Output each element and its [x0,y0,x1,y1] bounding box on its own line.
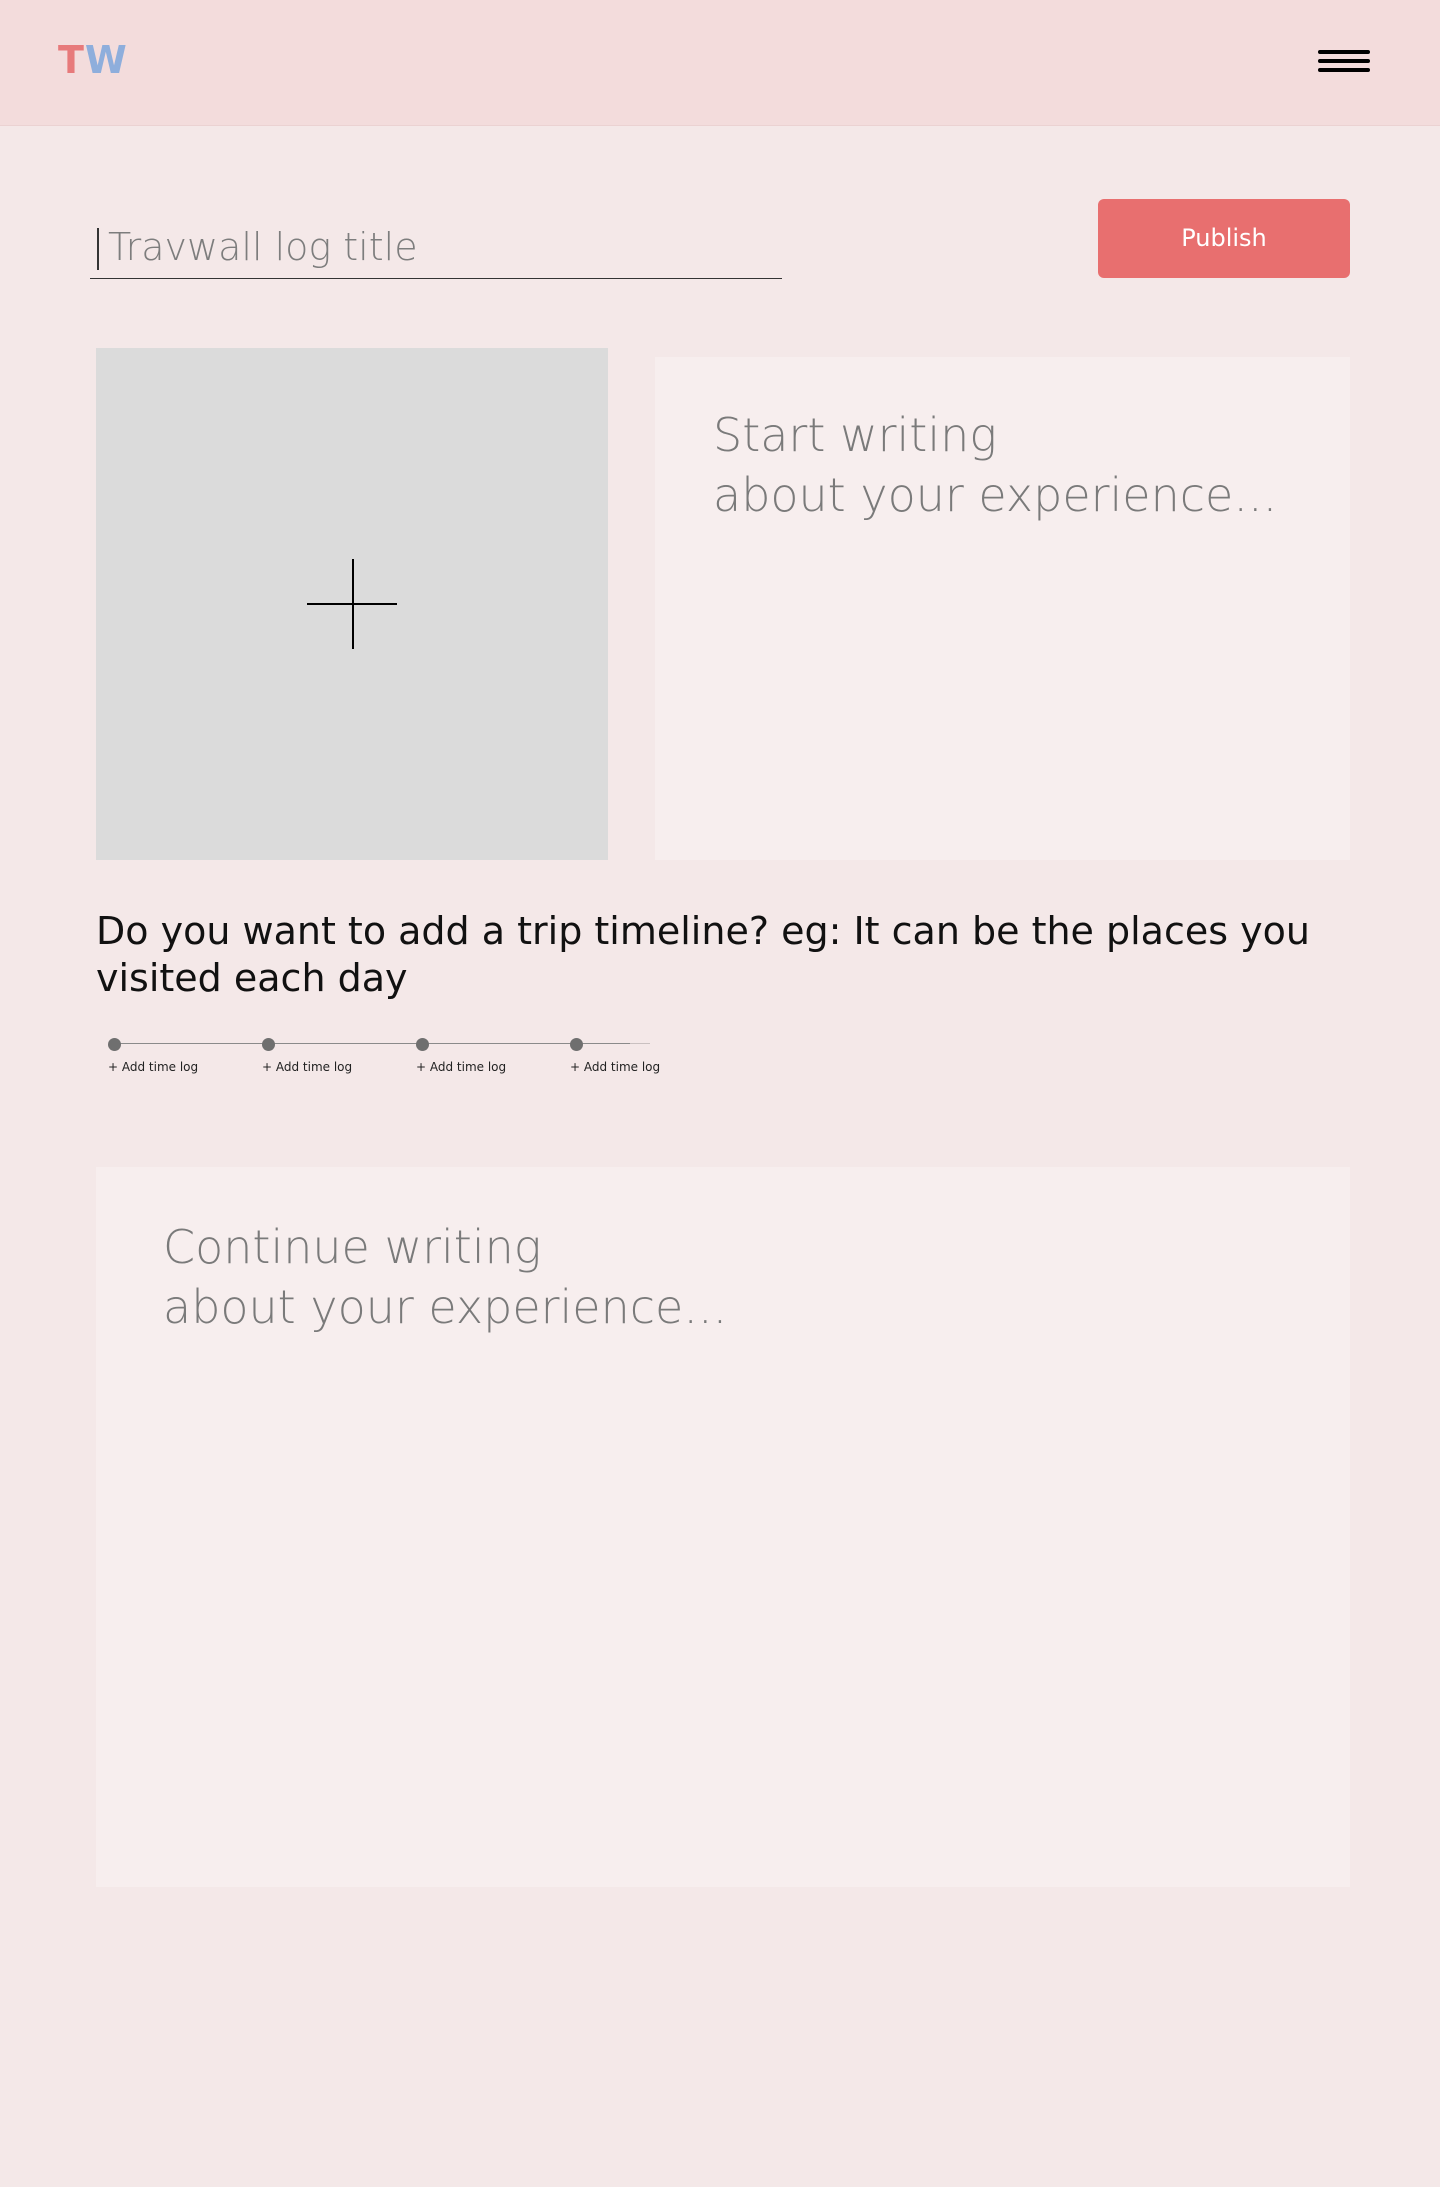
log-title-input[interactable] [90,218,782,276]
timeline-dot [262,1038,275,1051]
menu-bar [1318,68,1370,72]
trip-timeline: + Add time log + Add time log + Add time… [100,1036,660,1076]
add-time-log-link[interactable]: + Add time log [108,1060,198,1074]
logo-letter-t: T [58,38,85,82]
image-upload-area[interactable] [96,348,608,860]
add-time-log-link[interactable]: + Add time log [570,1060,660,1074]
publish-button[interactable]: Publish [1098,199,1350,278]
menu-bar [1318,50,1370,54]
timeline-line-end [630,1043,650,1044]
timeline-dot [108,1038,121,1051]
intro-placeholder: Start writing about your experience... [713,408,1278,522]
timeline-dot [416,1038,429,1051]
timeline-dot [570,1038,583,1051]
continue-placeholder: Continue writing about your experience..… [163,1220,728,1334]
intro-text-editor[interactable]: Start writing about your experience... [655,357,1350,860]
logo[interactable]: TW [58,38,128,82]
menu-bar [1318,59,1370,63]
timeline-question: Do you want to add a trip timeline? eg: … [96,909,1310,1000]
add-time-log-link[interactable]: + Add time log [416,1060,506,1074]
log-title-field [90,218,782,279]
logo-letter-w: W [84,38,128,82]
add-time-log-link[interactable]: + Add time log [262,1060,352,1074]
top-header: TW [0,0,1440,126]
plus-icon-horizontal [307,603,397,605]
hamburger-menu-icon[interactable] [1316,46,1372,76]
continue-text-editor[interactable]: Continue writing about your experience..… [96,1167,1350,1887]
